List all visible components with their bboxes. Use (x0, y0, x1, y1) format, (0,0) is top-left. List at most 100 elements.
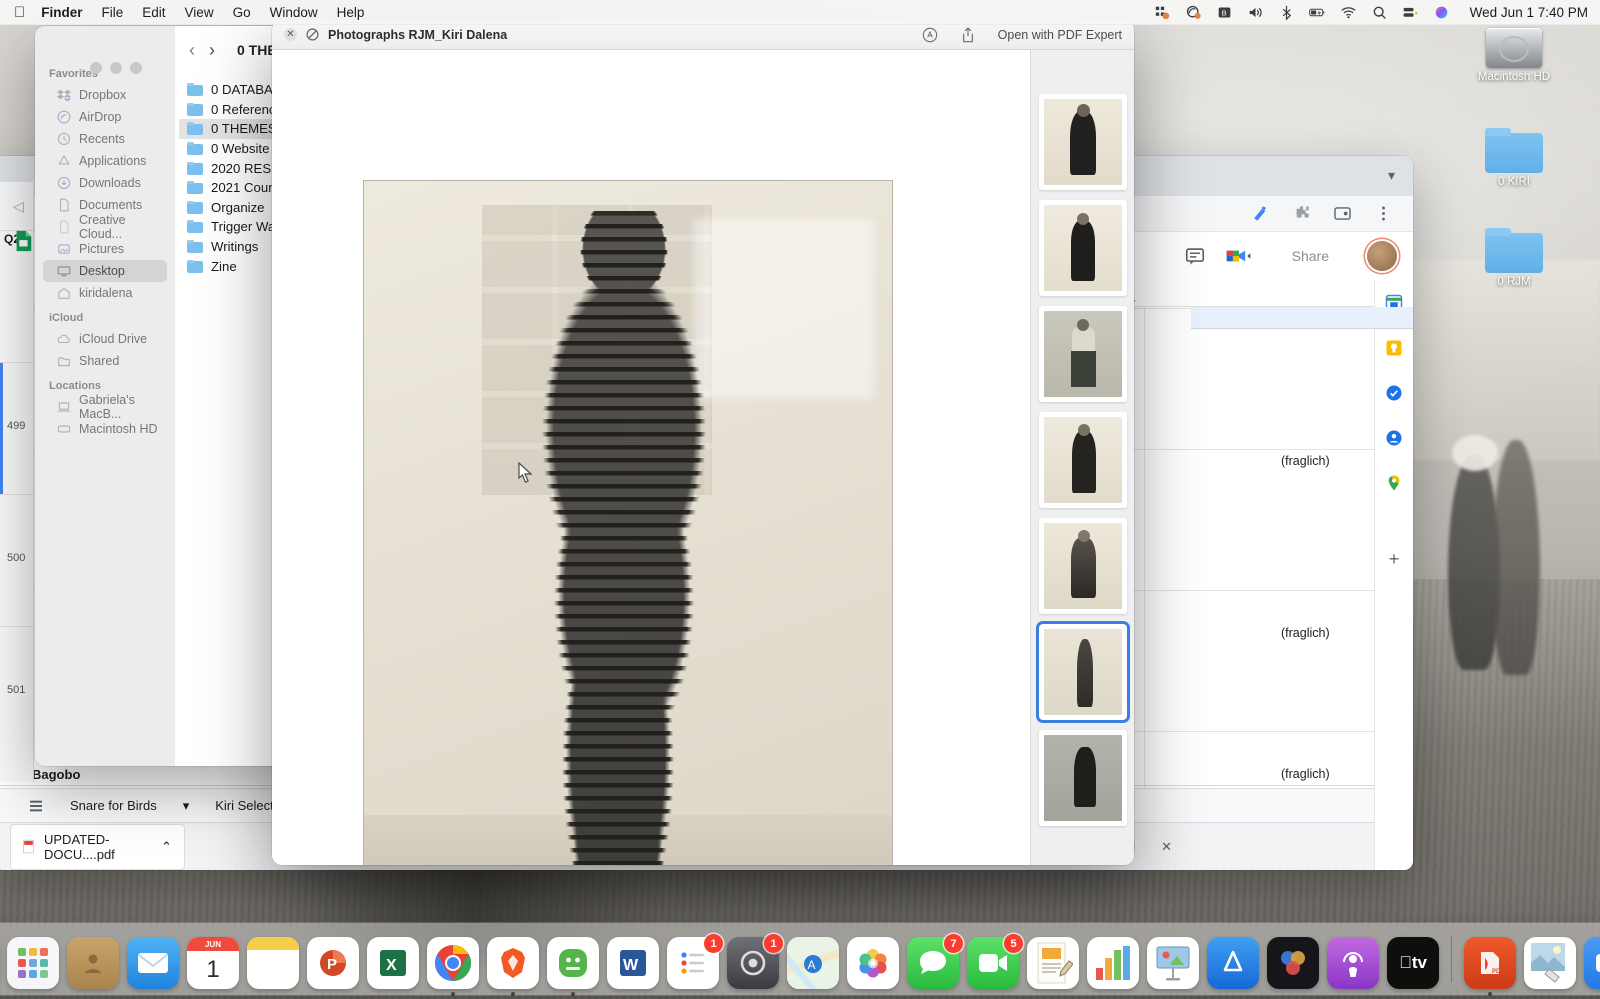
sidebar-item-creative-cloud[interactable]: Creative Cloud... (43, 213, 167, 241)
close-window-button[interactable] (90, 62, 102, 74)
macos-menu-bar[interactable]:  Finder File Edit View Go Window Help B (0, 0, 1600, 25)
row-header-500[interactable]: 500 (7, 552, 25, 564)
close-downloads-bar-button[interactable]: ✕ (1161, 839, 1172, 855)
google-tasks-icon[interactable] (1385, 384, 1403, 402)
dock-item-notes[interactable] (247, 937, 299, 989)
thumbnail-page-5[interactable] (1038, 518, 1127, 614)
cell-value-fraglich[interactable]: (fraglich) (1281, 767, 1330, 781)
apple-logo-icon[interactable]:  (14, 5, 25, 20)
google-keep-icon[interactable] (1385, 339, 1403, 357)
preview-window[interactable]: ✕ Photographs RJM_Kiri Dalena Open with … (272, 20, 1134, 865)
volume-icon[interactable] (1247, 5, 1264, 20)
thumbnail-page-3[interactable] (1038, 306, 1127, 402)
download-item[interactable]: UPDATED-DOCU....pdf ⌃ (10, 823, 185, 870)
thumbnail-page-7[interactable] (1038, 730, 1127, 826)
dock-item-launchpad[interactable] (7, 937, 59, 989)
sidebar-item-macintosh-hd[interactable]: Macintosh HD (43, 418, 167, 440)
chevron-down-icon[interactable]: ▾ (1388, 167, 1395, 184)
sheet-tab-snare-for-birds[interactable]: Snare for Birds (70, 798, 157, 813)
menu-kebab-icon[interactable] (1374, 204, 1393, 223)
desktop-icon-0-kiri[interactable]: 0 KIRI (1468, 128, 1560, 188)
dock-item-nordvpn[interactable] (547, 937, 599, 996)
sheet-tab-dropdown-icon[interactable]: ▾ (183, 798, 190, 814)
markup-icon[interactable] (922, 27, 938, 43)
bluetooth-icon[interactable] (1278, 5, 1295, 20)
google-sheets-app-icon[interactable] (12, 228, 34, 254)
dock-item-contacts[interactable] (67, 937, 119, 989)
thumbnail-page-4[interactable] (1038, 412, 1127, 508)
menu-item-view[interactable]: View (185, 5, 214, 20)
control-center-icon[interactable] (1402, 5, 1419, 20)
dock-item-preview[interactable] (1524, 937, 1576, 989)
spotlight-search-icon[interactable] (1371, 5, 1388, 20)
dock-item-calendar[interactable]: JUN 1 (187, 937, 239, 989)
selected-cell-range[interactable] (1191, 307, 1413, 329)
dock-item-facetime[interactable]: 5 (967, 934, 1023, 989)
preview-thumbnail-sidebar[interactable] (1030, 50, 1134, 865)
row-header-499[interactable]: 499 (7, 420, 25, 432)
no-entry-icon[interactable] (306, 28, 319, 41)
menu-item-help[interactable]: Help (337, 5, 365, 20)
macos-dock[interactable]: JUN 1 P X W 1 1 A 7 5 tv PDF (0, 923, 1600, 996)
sidebar-item-dropbox[interactable]: Dropbox (43, 84, 167, 106)
menu-item-window[interactable]: Window (270, 5, 318, 20)
dock-item-keynote[interactable] (1147, 937, 1199, 989)
battery-charging-icon[interactable] (1308, 5, 1326, 20)
thumbnail-page-2[interactable] (1038, 200, 1127, 296)
dock-item-podcasts[interactable] (1327, 937, 1379, 989)
minimize-window-button[interactable] (110, 62, 122, 74)
cell-value-bagobo[interactable]: Bagobo (32, 767, 80, 782)
back-arrow-icon[interactable]: ◁ (13, 198, 24, 215)
menu-item-edit[interactable]: Edit (142, 5, 165, 20)
menu-item-finder[interactable]: Finder (41, 5, 82, 20)
thumbnail-page-6[interactable] (1035, 621, 1130, 723)
thumbnail-page-1[interactable] (1038, 94, 1127, 190)
finder-sidebar[interactable]: Favorites Dropbox AirDrop Recents Applic… (35, 26, 175, 766)
sidebar-item-desktop[interactable]: Desktop (43, 260, 167, 282)
dock-item-photos[interactable] (847, 937, 899, 989)
menu-bar-clock[interactable]: Wed Jun 1 7:40 PM (1470, 5, 1588, 20)
dock-item-zoom[interactable] (1584, 937, 1600, 989)
dock-item-brave[interactable] (487, 937, 539, 996)
sidebar-item-gabrielas-macbook[interactable]: Gabriela's MacB... (43, 393, 167, 421)
maximize-window-button[interactable] (130, 62, 142, 74)
dock-item-system-preferences[interactable]: 1 (727, 934, 783, 989)
google-meet-icon[interactable] (1224, 245, 1254, 267)
dock-item-maps[interactable]: A (787, 937, 839, 989)
forward-button[interactable]: › (209, 40, 215, 61)
desktop-icon-0-rjm[interactable]: 0 RJM (1468, 228, 1560, 288)
sidebar-item-pictures[interactable]: Pictures (43, 238, 167, 260)
grid-apps-icon[interactable] (1154, 5, 1171, 20)
dock-item-pdf-expert[interactable]: PDF (1464, 937, 1516, 996)
siri-icon[interactable] (1433, 5, 1450, 20)
dock-item-excel[interactable]: X (367, 937, 419, 989)
preview-page-view[interactable] (272, 50, 1030, 865)
add-apps-icon[interactable]: + (1389, 549, 1400, 570)
back-button[interactable]: ‹ (189, 40, 195, 61)
sidebar-item-recents[interactable]: Recents (43, 128, 167, 150)
dock-item-davinci-resolve[interactable] (1267, 937, 1319, 989)
menu-item-file[interactable]: File (102, 5, 124, 20)
menu-item-go[interactable]: Go (233, 5, 251, 20)
google-maps-icon[interactable] (1385, 474, 1403, 492)
dock-item-reminders[interactable]: 1 (667, 934, 723, 989)
dock-item-powerpoint[interactable]: P (307, 937, 359, 989)
extensions-icon[interactable] (1251, 204, 1270, 223)
all-sheets-icon[interactable] (28, 798, 44, 814)
wifi-icon[interactable] (1340, 5, 1357, 20)
sidebar-item-downloads[interactable]: Downloads (43, 172, 167, 194)
sidebar-item-shared[interactable]: Shared (43, 350, 167, 372)
comment-icon[interactable] (1184, 245, 1206, 267)
puzzle-extension-icon[interactable] (1292, 204, 1311, 223)
google-contacts-icon[interactable] (1385, 429, 1403, 447)
chevron-up-icon[interactable]: ⌃ (161, 839, 172, 855)
window-traffic-lights[interactable] (90, 62, 142, 74)
desktop-icon-macintosh-hd[interactable]: Macintosh HD (1468, 28, 1560, 83)
screen-recording-icon[interactable]: B (1216, 5, 1233, 20)
sidebar-item-applications[interactable]: Applications (43, 150, 167, 172)
sidebar-item-icloud-drive[interactable]: iCloud Drive (43, 328, 167, 350)
dock-item-chrome[interactable] (427, 937, 479, 996)
dock-item-numbers[interactable] (1087, 937, 1139, 989)
avatar[interactable] (1367, 241, 1397, 271)
dropbox-status-icon[interactable] (1185, 5, 1202, 20)
